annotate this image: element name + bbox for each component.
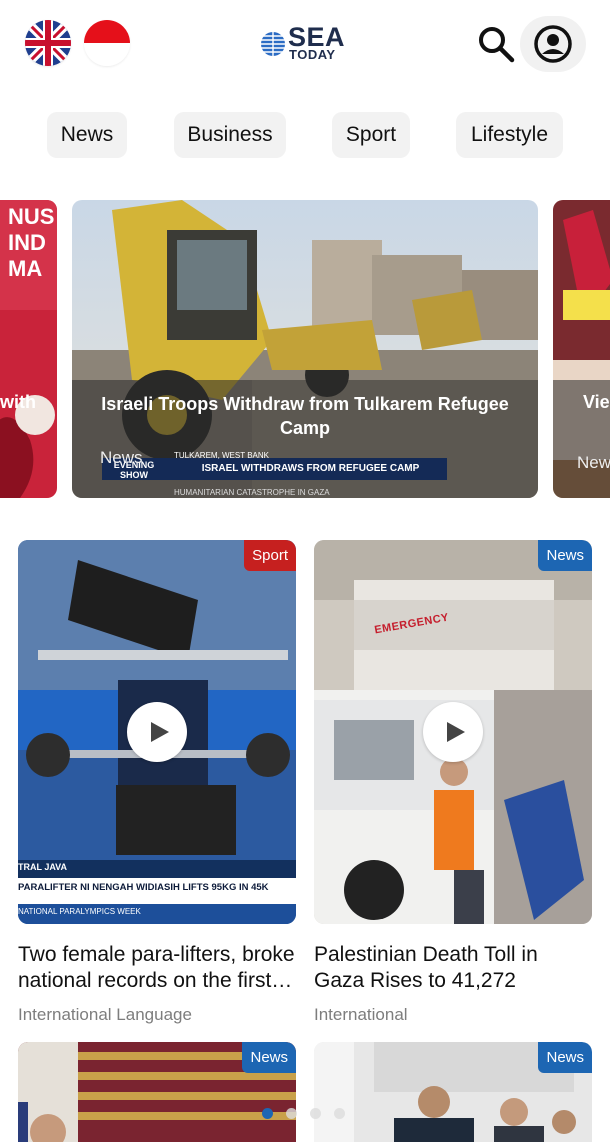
card-subcategory: International [314, 1005, 408, 1024]
news-card[interactable]: EMERGENCY News Palestinian Death Toll in… [314, 540, 592, 1025]
account-button[interactable] [520, 16, 586, 72]
slide-caption: Israeli Troops Withdraw from Tulkarem Re… [101, 394, 509, 438]
slide-caption: with [0, 392, 36, 412]
thumbnail-overlay-subline: NATIONAL PARALYMPICS WEEK [18, 907, 141, 916]
card-thumbnail: EMERGENCY News [314, 540, 592, 924]
lower-third-subline: HUMANITARIAN CATASTROPHE IN GAZA [174, 488, 330, 497]
carousel-dot-active[interactable] [262, 1108, 273, 1119]
slide-banner-text: NUS IND MA [8, 204, 55, 281]
card-title[interactable]: Two female para-lifters, broke national … [18, 942, 296, 994]
carousel-dot[interactable] [334, 1108, 345, 1119]
lower-third-location: TULKAREM, WEST BANK [174, 451, 269, 460]
thumbnail-overlay-headline: PARALIFTER NI NENGAH WIDIASIH LIFTS 95KG… [18, 882, 269, 893]
play-button[interactable] [423, 702, 483, 762]
account-icon [534, 25, 572, 63]
category-badge: Sport [244, 540, 296, 571]
news-card[interactable]: TRAL JAVA PARALIFTER NI NENGAH WIDIASIH … [18, 540, 296, 1025]
search-icon[interactable] [476, 24, 516, 64]
play-button[interactable] [127, 702, 187, 762]
tab-news[interactable]: News [47, 112, 127, 158]
slide-category: News [100, 448, 143, 467]
tab-business[interactable]: Business [174, 112, 286, 158]
card-thumbnail: News [314, 1042, 592, 1142]
card-subcategory: International Language [18, 1005, 192, 1024]
card-thumbnail: News [18, 1042, 296, 1142]
category-tabs: News Business Sport Lifestyle [0, 112, 610, 158]
card-thumbnail: TRAL JAVA PARALIFTER NI NENGAH WIDIASIH … [18, 540, 296, 924]
headline-carousel[interactable]: NUS IND MA with Israeli Troops Withdraw … [0, 200, 610, 498]
card-title[interactable]: Palestinian Death Toll in Gaza Rises to … [314, 942, 592, 994]
news-card[interactable]: News [314, 1042, 592, 1142]
carousel-indicator [262, 1108, 352, 1120]
news-card[interactable]: News [18, 1042, 296, 1142]
carousel-dot[interactable] [286, 1108, 297, 1119]
carousel-dot[interactable] [310, 1108, 321, 1119]
play-icon [151, 722, 169, 742]
slide-caption-overlay: Israeli Troops Withdraw from Tulkarem Re… [72, 380, 538, 498]
globe-icon [261, 32, 285, 56]
slide-category: New [577, 453, 610, 472]
carousel-slide-previous[interactable]: NUS IND MA with [0, 200, 57, 498]
sea-today-logo[interactable]: SEA TODAY [260, 22, 350, 66]
carousel-slide-next[interactable]: Vie New [553, 200, 610, 498]
carousel-slide-current[interactable]: Israeli Troops Withdraw from Tulkarem Re… [72, 200, 538, 498]
tab-lifestyle[interactable]: Lifestyle [456, 112, 563, 158]
app-header: SEA TODAY [0, 0, 610, 90]
thumbnail-overlay-location: TRAL JAVA [18, 862, 68, 872]
category-badge: News [242, 1042, 296, 1073]
category-badge: News [538, 540, 592, 571]
english-flag-icon[interactable] [25, 20, 71, 66]
play-icon [447, 722, 465, 742]
indonesian-flag-icon[interactable] [84, 20, 130, 66]
category-badge: News [538, 1042, 592, 1073]
tab-sport[interactable]: Sport [332, 112, 410, 158]
slide-caption: Vie [583, 392, 610, 412]
logo-sub-text: TODAY [289, 47, 336, 62]
